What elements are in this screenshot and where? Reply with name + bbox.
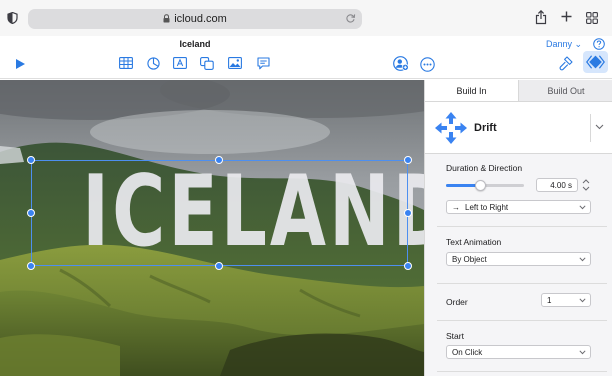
tab-build-out[interactable]: Build Out bbox=[518, 80, 612, 102]
format-brush-icon[interactable] bbox=[559, 56, 573, 71]
animate-inspector: Build In Build Out Drift Duration & Dire… bbox=[424, 80, 612, 376]
reload-icon[interactable] bbox=[345, 13, 356, 24]
text-animation-select[interactable]: By Object bbox=[446, 252, 591, 266]
share-icon[interactable] bbox=[535, 10, 547, 25]
direction-value: Left to Right bbox=[465, 203, 509, 212]
start-label: Start bbox=[446, 331, 464, 341]
stepper-icon[interactable] bbox=[581, 178, 591, 192]
animate-button[interactable] bbox=[583, 51, 608, 73]
collaborate-icon[interactable] bbox=[393, 56, 409, 71]
comment-icon[interactable] bbox=[257, 57, 270, 70]
tab-build-in[interactable]: Build In bbox=[425, 80, 518, 102]
duration-field[interactable]: 4.00 s bbox=[536, 178, 578, 192]
lock-icon bbox=[163, 14, 170, 23]
browser-toolbar: icloud.com bbox=[0, 0, 612, 36]
selection-box bbox=[31, 160, 408, 266]
drift-arrows-icon bbox=[435, 112, 467, 144]
separator bbox=[437, 371, 607, 372]
slider-knob[interactable] bbox=[474, 180, 486, 191]
start-select[interactable]: On Click bbox=[446, 345, 591, 359]
separator bbox=[437, 226, 607, 227]
resize-handle[interactable] bbox=[215, 262, 223, 270]
text-animation-label: Text Animation bbox=[446, 237, 502, 247]
start-value: On Click bbox=[452, 348, 483, 357]
resize-handle[interactable] bbox=[27, 156, 35, 164]
user-menu[interactable]: Danny ⌄ bbox=[546, 39, 582, 50]
duration-direction-label: Duration & Direction bbox=[446, 163, 523, 173]
document-title: Iceland bbox=[179, 39, 211, 49]
slide-canvas[interactable]: ICELAND bbox=[0, 80, 424, 376]
keynote-toolbar: Iceland Danny ⌄ bbox=[0, 36, 612, 79]
address-text: icloud.com bbox=[28, 13, 362, 25]
resize-handle[interactable] bbox=[27, 209, 35, 217]
resize-handle[interactable] bbox=[404, 156, 412, 164]
chevron-down-icon bbox=[579, 205, 586, 210]
plus-icon[interactable] bbox=[560, 10, 573, 23]
resize-handle[interactable] bbox=[404, 262, 412, 270]
order-label: Order bbox=[446, 297, 468, 307]
more-icon[interactable] bbox=[420, 57, 435, 72]
text-box-icon[interactable] bbox=[173, 57, 187, 69]
chevron-down-icon bbox=[579, 298, 586, 303]
chart-icon[interactable] bbox=[147, 57, 160, 70]
animate-icon bbox=[586, 55, 605, 69]
resize-handle[interactable] bbox=[27, 262, 35, 270]
separator bbox=[437, 283, 607, 284]
chevron-down-icon: ⌄ bbox=[574, 39, 583, 49]
chevron-down-icon bbox=[579, 350, 586, 355]
divider bbox=[590, 114, 591, 142]
direction-select[interactable]: → Left to Right bbox=[446, 200, 591, 214]
user-name: Danny bbox=[546, 39, 573, 49]
table-icon[interactable] bbox=[119, 57, 133, 69]
text-animation-value: By Object bbox=[452, 255, 487, 264]
effect-name: Drift bbox=[474, 122, 497, 134]
play-icon[interactable] bbox=[15, 58, 26, 70]
order-value: 1 bbox=[547, 296, 552, 305]
effect-selector[interactable]: Drift bbox=[425, 102, 612, 154]
right-arrow-icon: → bbox=[452, 203, 460, 212]
separator bbox=[437, 320, 607, 321]
order-select[interactable]: 1 bbox=[541, 293, 591, 307]
duration-slider[interactable] bbox=[446, 180, 524, 191]
address-bar[interactable]: icloud.com bbox=[28, 9, 362, 29]
media-icon[interactable] bbox=[228, 57, 242, 69]
tabs-icon[interactable] bbox=[586, 12, 598, 24]
resize-handle[interactable] bbox=[215, 156, 223, 164]
chevron-down-icon bbox=[579, 257, 586, 262]
resize-handle[interactable] bbox=[404, 209, 412, 217]
url-text: icloud.com bbox=[174, 13, 227, 25]
shape-icon[interactable] bbox=[200, 57, 214, 70]
chevron-down-icon[interactable] bbox=[595, 124, 604, 130]
help-icon[interactable] bbox=[593, 38, 605, 50]
sidebar-icon[interactable] bbox=[7, 12, 18, 24]
